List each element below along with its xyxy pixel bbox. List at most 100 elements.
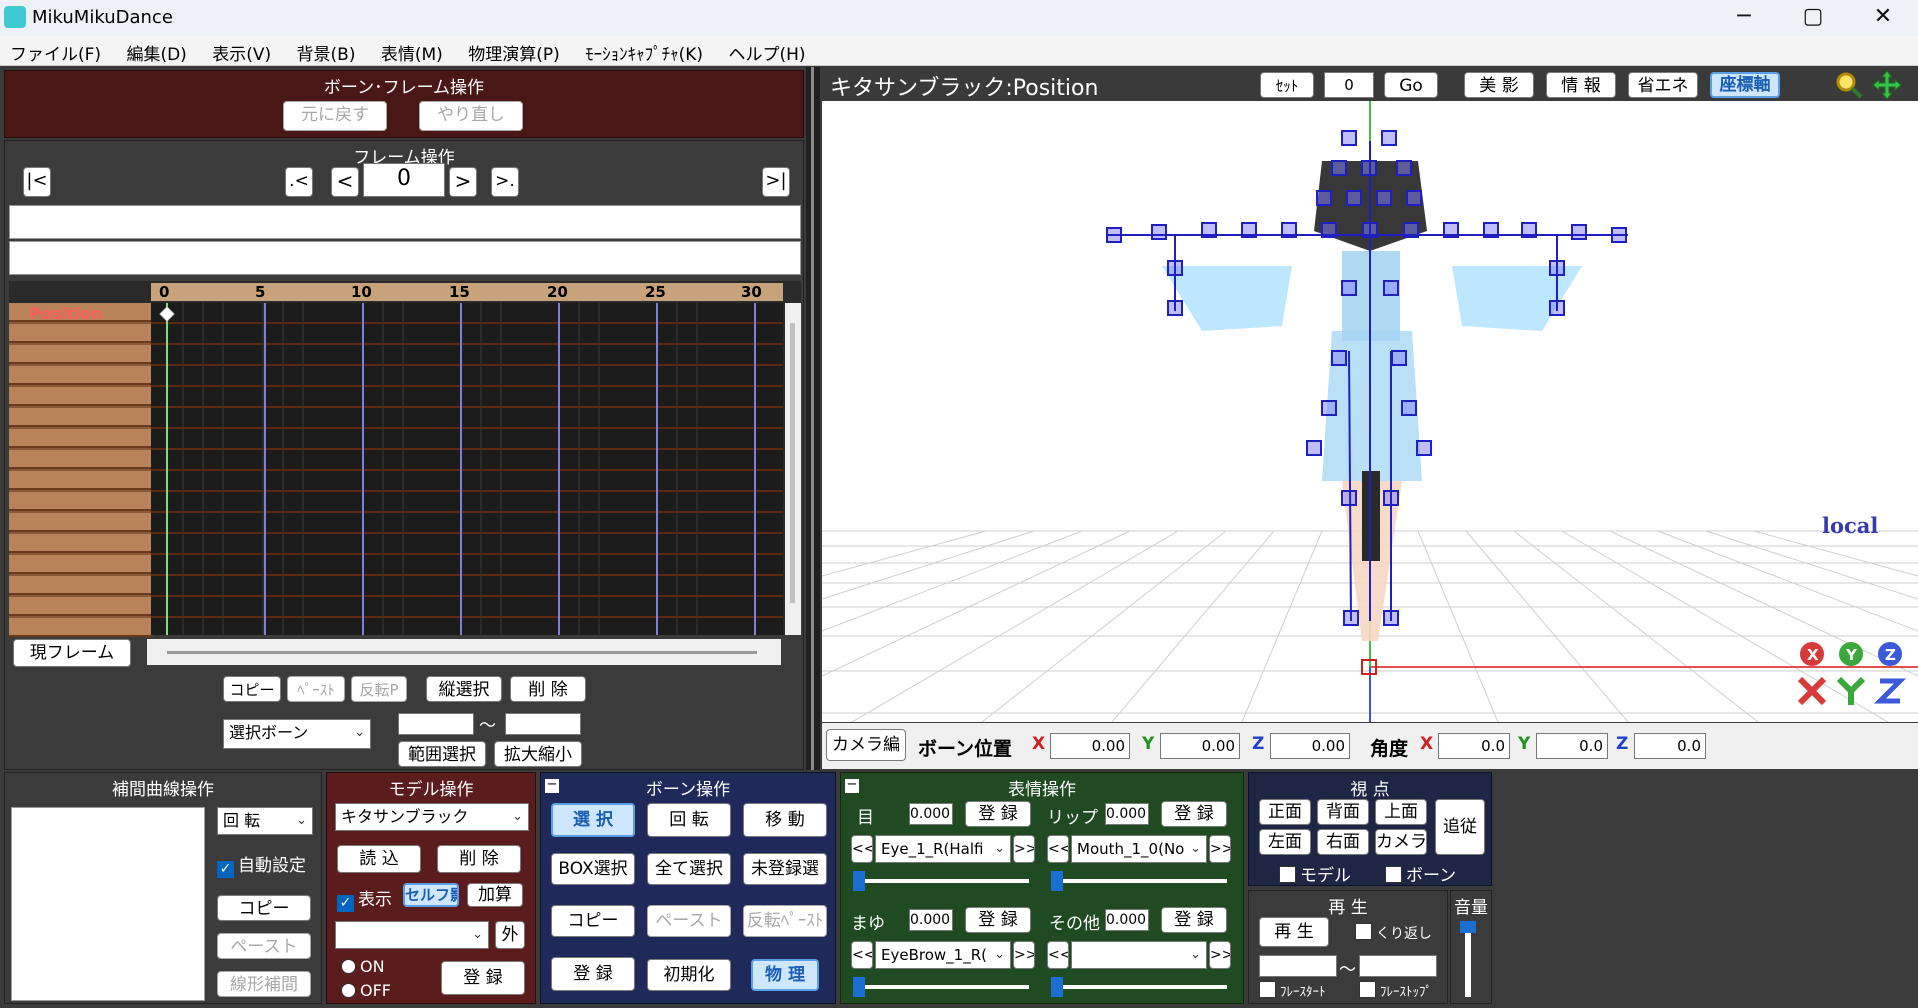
eye-morph-select[interactable]: Eye_1_R(Halfi ⌄	[875, 835, 1011, 863]
menu-physics[interactable]: 物理演算(P)	[458, 36, 570, 66]
menu-edit[interactable]: 編集(D)	[116, 36, 196, 66]
additive-button[interactable]: 加算	[467, 883, 523, 907]
brow-slider[interactable]	[853, 977, 1029, 997]
play-button[interactable]: 再 生	[1259, 917, 1329, 947]
eye-slider-thumb[interactable]	[853, 871, 865, 891]
eye-prev-button[interactable]: <<	[851, 835, 873, 863]
on-radio[interactable]: ON	[341, 957, 385, 976]
current-frame-button[interactable]: 現フレーム	[13, 639, 131, 667]
vertical-select-button[interactable]: 縦選択	[426, 676, 502, 702]
go-button[interactable]: Go	[1384, 72, 1438, 98]
brow-value[interactable]: 0.000	[909, 909, 953, 931]
self-shadow-button[interactable]: セルフ影	[403, 883, 459, 907]
model-delete-button[interactable]: 削 除	[437, 845, 521, 873]
auto-set-checkbox[interactable]: ✓ 自動設定	[217, 851, 306, 878]
model-view-checkbox[interactable]: モデル	[1279, 861, 1351, 886]
other-slider-thumb[interactable]	[1051, 977, 1063, 997]
eco-button[interactable]: 省エネ	[1628, 72, 1698, 98]
close-button[interactable]: ✕	[1852, 0, 1914, 36]
paste-frame-button[interactable]: ﾍﾟｰｽﾄ	[287, 676, 345, 702]
axis-button[interactable]: 座標軸	[1710, 72, 1780, 98]
follow-button[interactable]: 追従	[1435, 799, 1485, 855]
view-left-button[interactable]: 左面	[1259, 829, 1311, 855]
play-range-start-input[interactable]	[1259, 955, 1337, 977]
timeline-grid[interactable]	[151, 303, 783, 635]
lip-prev-button[interactable]: <<	[1047, 835, 1069, 863]
lip-morph-select[interactable]: Mouth_1_0(No ⌄	[1071, 835, 1207, 863]
menu-help[interactable]: ヘルプ(H)	[718, 36, 815, 66]
physics-button[interactable]: 物 理	[751, 959, 819, 991]
track-row[interactable]	[9, 576, 153, 595]
undo-button[interactable]: 元に戻す	[283, 101, 387, 131]
off-radio[interactable]: OFF	[341, 981, 391, 1000]
pane-splitter[interactable]	[806, 67, 820, 770]
menu-background[interactable]: 背景(B)	[287, 36, 366, 66]
scale-button[interactable]: 拡大縮小	[494, 741, 582, 767]
range-select-button[interactable]: 範囲選択	[398, 741, 486, 767]
view-top-button[interactable]: 上面	[1375, 799, 1427, 825]
bone-select-button[interactable]: 選 択	[551, 803, 635, 837]
timeline-hscrollbar[interactable]	[147, 639, 781, 665]
pos-x-input[interactable]: 0.00	[1050, 733, 1130, 759]
timeline[interactable]: 0 5 10 15 20 25 30 Position	[9, 281, 801, 637]
info-button[interactable]: 情 報	[1546, 72, 1616, 98]
first-frame-button[interactable]: |<	[23, 167, 51, 197]
outside-parent-select[interactable]: ⌄	[335, 921, 489, 949]
volume-slider[interactable]	[1460, 921, 1476, 997]
model-register-button[interactable]: 登 録	[441, 961, 525, 995]
unregistered-select-button[interactable]: 未登録選	[743, 853, 827, 885]
vscroll-thumb[interactable]	[790, 323, 795, 603]
brow-next-button[interactable]: >>	[1013, 941, 1035, 969]
lip-value[interactable]: 0.000	[1105, 803, 1149, 825]
viewport-frame-input[interactable]: 0	[1324, 72, 1374, 98]
outside-parent-button[interactable]: 外	[495, 921, 525, 949]
bone-view-checkbox[interactable]: ボーン	[1385, 861, 1456, 886]
eye-value[interactable]: 0.000	[909, 803, 953, 825]
other-next-button[interactable]: >>	[1209, 941, 1231, 969]
track-row[interactable]	[9, 429, 153, 448]
frame-stop-checkbox[interactable]: ﾌﾚｰｽﾄｯﾌﾟ	[1359, 981, 1432, 1000]
track-row[interactable]	[9, 555, 153, 574]
eye-next-button[interactable]: >>	[1013, 835, 1035, 863]
track-row[interactable]	[9, 324, 153, 343]
copy-frame-button[interactable]: コピー	[223, 676, 281, 702]
bone-init-button[interactable]: 初期化	[647, 959, 731, 991]
delete-frame-button[interactable]: 削 除	[510, 676, 586, 702]
last-frame-button[interactable]: >|	[762, 167, 790, 197]
range-start-input[interactable]	[398, 713, 474, 735]
eye-register-button[interactable]: 登 録	[965, 801, 1031, 827]
flip-paste-button[interactable]: 反転P	[351, 676, 407, 702]
track-row[interactable]	[9, 387, 153, 406]
repeat-checkbox[interactable]: くり返し	[1355, 923, 1432, 943]
bone-flip-paste-button[interactable]: 反転ﾍﾟｰｽﾄ	[743, 905, 827, 937]
menu-view[interactable]: 表示(V)	[202, 36, 281, 66]
prev-frame-button[interactable]: <	[331, 167, 359, 197]
next-frame-button[interactable]: >	[449, 167, 477, 197]
hscroll-thumb[interactable]	[167, 651, 757, 654]
ang-z-input[interactable]: 0.0	[1634, 733, 1706, 759]
track-row[interactable]	[9, 450, 153, 469]
play-range-end-input[interactable]	[1359, 955, 1437, 977]
bone-rotate-button[interactable]: 回 転	[647, 803, 731, 837]
pos-y-input[interactable]: 0.00	[1160, 733, 1240, 759]
redo-button[interactable]: やり直し	[419, 101, 523, 131]
ang-y-input[interactable]: 0.0	[1536, 733, 1608, 759]
shadow-button[interactable]: 美 影	[1464, 72, 1534, 98]
track-row[interactable]	[9, 618, 153, 637]
lip-register-button[interactable]: 登 録	[1161, 801, 1227, 827]
box-select-button[interactable]: BOX選択	[551, 853, 635, 885]
lip-next-button[interactable]: >>	[1209, 835, 1231, 863]
track-row[interactable]	[9, 345, 153, 364]
brow-register-button[interactable]: 登 録	[965, 907, 1031, 933]
other-prev-button[interactable]: <<	[1047, 941, 1069, 969]
track-row[interactable]	[9, 366, 153, 385]
track-row[interactable]	[9, 492, 153, 511]
model-load-button[interactable]: 読 込	[337, 845, 421, 873]
next-key-button[interactable]: >.	[491, 167, 519, 197]
linear-interp-button[interactable]: 線形補間	[217, 971, 311, 997]
view-back-button[interactable]: 背面	[1317, 799, 1369, 825]
menu-motion-capture[interactable]: ﾓｰｼｮﾝｷｬﾌﾟﾁｬ(K)	[575, 36, 713, 66]
other-value[interactable]: 0.000	[1105, 909, 1149, 931]
prev-key-button[interactable]: .<	[285, 167, 313, 197]
track-row[interactable]	[9, 513, 153, 532]
